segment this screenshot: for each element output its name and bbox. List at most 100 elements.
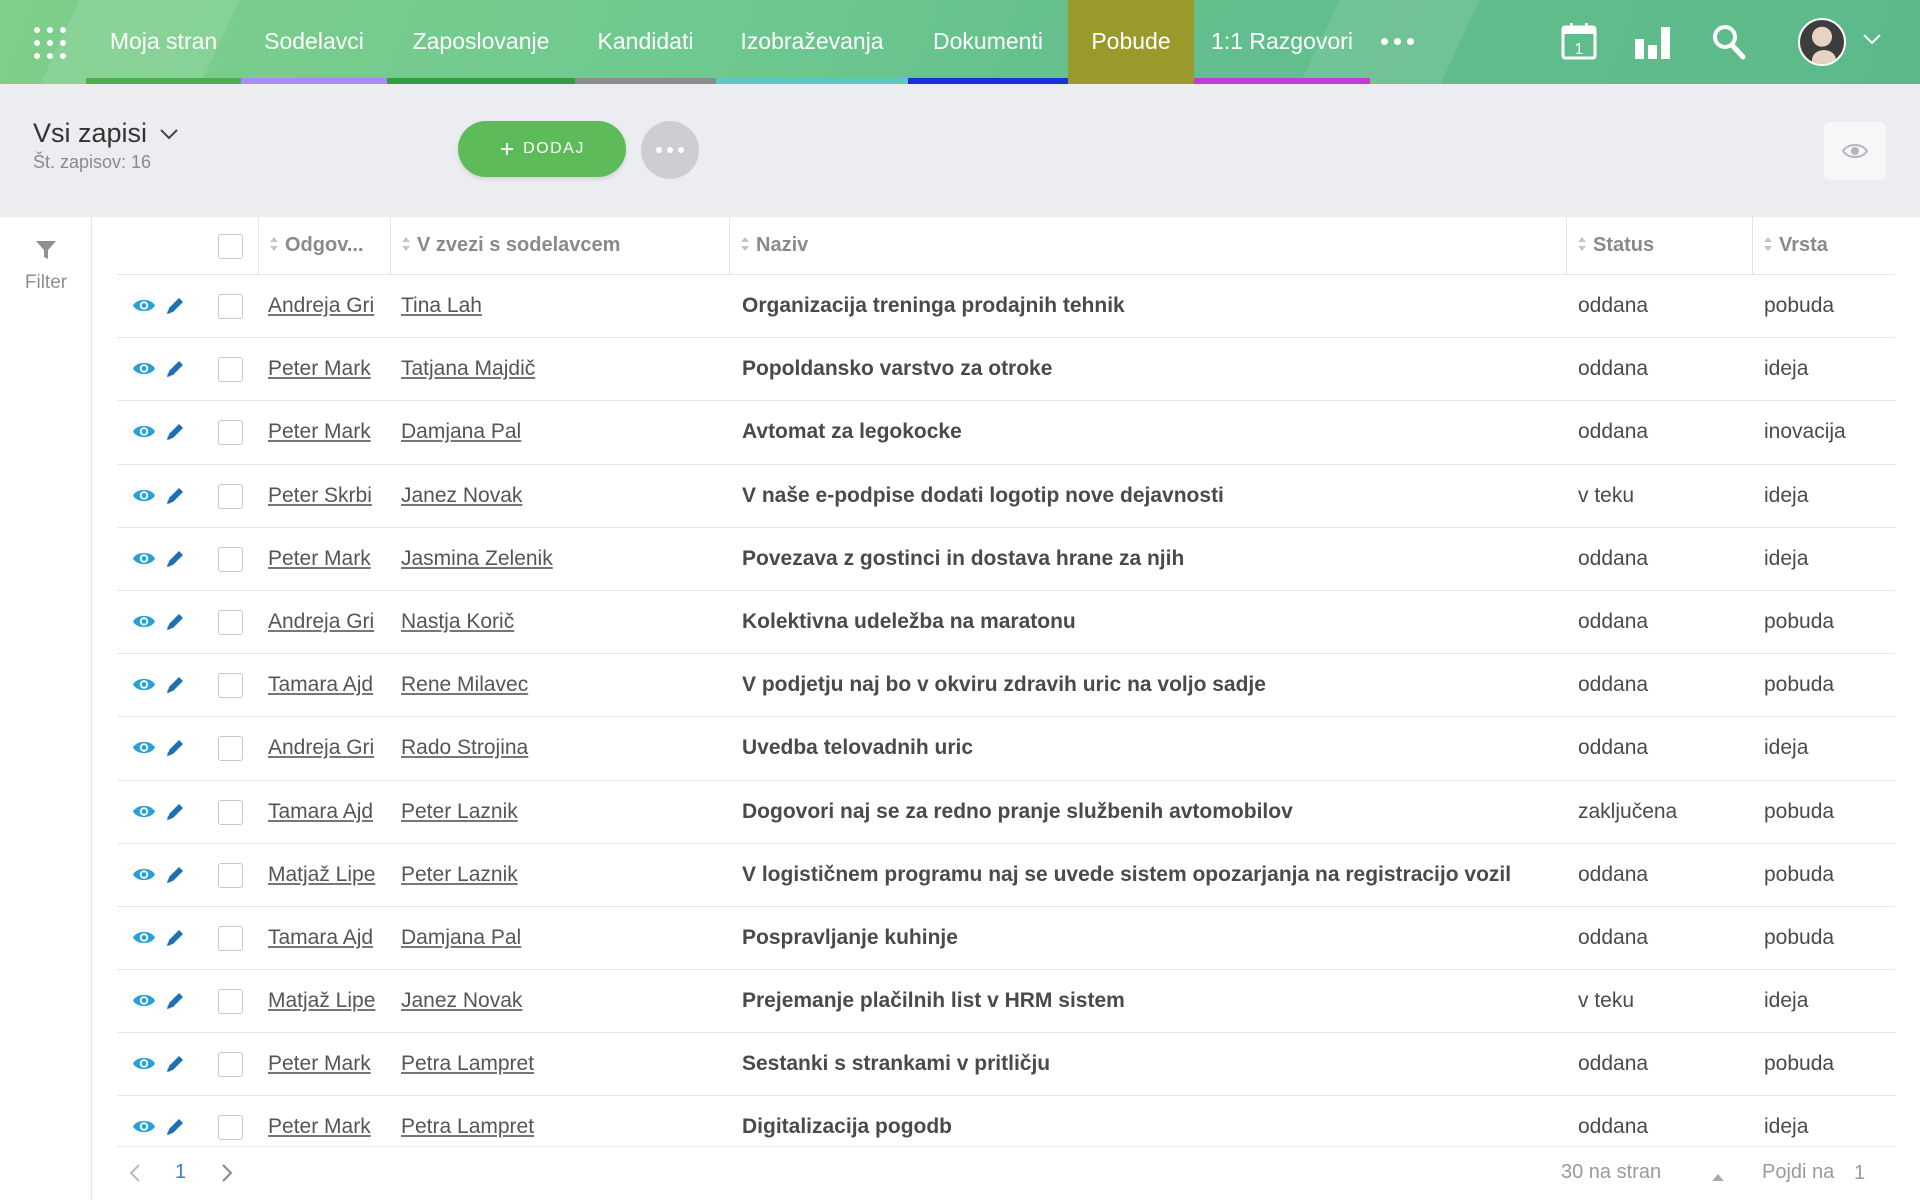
odgovorni-link[interactable]: Peter Mark — [268, 547, 371, 570]
table-row[interactable]: Peter Mark Tatjana Majdič Popoldansko vars… — [117, 338, 1895, 402]
table-row[interactable]: Andreja Gri Tina Lah Organizacija treninga… — [117, 275, 1895, 339]
view-eye-icon[interactable] — [132, 550, 156, 572]
per-page-select[interactable]: 30 na stran — [1561, 1161, 1661, 1184]
table-row[interactable]: Tamara Ajd Peter Laznik Dogovori naj se za… — [117, 781, 1895, 844]
column-header-sodelavec[interactable]: V zvezi s sodelavcem — [390, 217, 729, 275]
sodelavec-link[interactable]: Janez Novak — [401, 989, 522, 1012]
odgovorni-link[interactable]: Andreja Gri — [268, 736, 374, 759]
row-checkbox[interactable] — [218, 862, 243, 888]
odgovorni-link[interactable]: Tamara Ajd — [268, 926, 373, 949]
caret-up-icon[interactable] — [1711, 1169, 1725, 1187]
table-row[interactable]: Peter Mark Petra Lampret Sestanki s strank… — [117, 1033, 1895, 1097]
prev-page-icon[interactable] — [129, 1163, 141, 1188]
odgovorni-link[interactable]: Peter Skrbi — [268, 484, 372, 507]
row-checkbox[interactable] — [218, 357, 243, 383]
nav-item-sodelavci[interactable]: Sodelavci — [241, 0, 387, 84]
column-header-status[interactable]: Status — [1566, 217, 1752, 275]
table-row[interactable]: Matjaž Lipe Janez Novak Prejemanje plačiln… — [117, 970, 1895, 1034]
sodelavec-link[interactable]: Petra Lampret — [401, 1052, 534, 1075]
row-checkbox[interactable] — [218, 989, 243, 1015]
nav-item-pobude[interactable]: Pobude — [1068, 0, 1194, 84]
odgovorni-link[interactable]: Peter Mark — [268, 420, 371, 443]
row-checkbox[interactable] — [218, 609, 243, 635]
edit-pencil-icon[interactable] — [165, 612, 185, 637]
sodelavec-link[interactable]: Damjana Pal — [401, 926, 521, 949]
row-checkbox[interactable] — [218, 1115, 243, 1141]
edit-pencil-icon[interactable] — [165, 1054, 185, 1079]
view-options-button[interactable] — [1824, 122, 1886, 180]
search-icon[interactable] — [1712, 24, 1746, 65]
sodelavec-link[interactable]: Rene Milavec — [401, 673, 528, 696]
select-all-checkbox[interactable] — [218, 234, 243, 259]
row-checkbox[interactable] — [218, 925, 243, 951]
edit-pencil-icon[interactable] — [165, 928, 185, 953]
edit-pencil-icon[interactable] — [165, 738, 185, 763]
odgovorni-link[interactable]: Andreja Gri — [268, 610, 374, 633]
sodelavec-link[interactable]: Peter Laznik — [401, 800, 518, 823]
nav-item-zaposlovanje[interactable]: Zaposlovanje — [387, 0, 575, 84]
sodelavec-link[interactable]: Nastja Korič — [401, 610, 514, 633]
more-actions-button[interactable] — [641, 121, 699, 179]
view-eye-icon[interactable] — [132, 487, 156, 509]
table-row[interactable]: Tamara Ajd Rene Milavec V podjetju naj bo … — [117, 654, 1895, 718]
edit-pencil-icon[interactable] — [165, 802, 185, 827]
view-eye-icon[interactable] — [132, 803, 156, 825]
edit-pencil-icon[interactable] — [165, 1117, 185, 1142]
edit-pencil-icon[interactable] — [165, 296, 185, 321]
edit-pencil-icon[interactable] — [165, 359, 185, 384]
view-eye-icon[interactable] — [132, 992, 156, 1014]
odgovorni-link[interactable]: Peter Mark — [268, 1115, 371, 1138]
column-header-odgovorni[interactable]: Odgov... — [258, 217, 390, 275]
odgovorni-link[interactable]: Matjaž Lipe — [268, 863, 375, 886]
bar-chart-icon[interactable] — [1634, 25, 1672, 64]
odgovorni-link[interactable]: Matjaž Lipe — [268, 989, 375, 1012]
row-checkbox[interactable] — [218, 799, 243, 825]
edit-pencil-icon[interactable] — [165, 865, 185, 890]
column-header-naziv[interactable]: Naziv — [729, 217, 1566, 275]
edit-pencil-icon[interactable] — [165, 486, 185, 511]
row-checkbox[interactable] — [218, 294, 243, 319]
table-row[interactable]: Andreja Gri Rado Strojina Uvedba telovadni… — [117, 717, 1895, 781]
view-eye-icon[interactable] — [132, 676, 156, 698]
nav-item-moja-stran[interactable]: Moja stran — [86, 0, 241, 84]
edit-pencil-icon[interactable] — [165, 991, 185, 1016]
filter-button[interactable]: Filter — [0, 239, 92, 294]
row-checkbox[interactable] — [218, 420, 243, 446]
sodelavec-link[interactable]: Peter Laznik — [401, 863, 518, 886]
odgovorni-link[interactable]: Andreja Gri — [268, 294, 374, 317]
row-checkbox[interactable] — [218, 673, 243, 699]
table-row[interactable]: Peter Mark Damjana Pal Avtomat za legokock… — [117, 401, 1895, 465]
view-eye-icon[interactable] — [132, 866, 156, 888]
view-eye-icon[interactable] — [132, 1118, 156, 1140]
view-eye-icon[interactable] — [132, 423, 156, 445]
edit-pencil-icon[interactable] — [165, 422, 185, 447]
table-row[interactable]: Peter Skrbi Janez Novak V naše e-podpise d… — [117, 465, 1895, 528]
view-eye-icon[interactable] — [132, 360, 156, 382]
calendar-icon[interactable]: 1 — [1561, 22, 1597, 65]
nav-item-izobrazevanja[interactable]: Izobraževanja — [716, 0, 908, 84]
sodelavec-link[interactable]: Jasmina Zelenik — [401, 547, 553, 570]
sodelavec-link[interactable]: Tina Lah — [401, 294, 482, 317]
view-eye-icon[interactable] — [132, 1055, 156, 1077]
view-eye-icon[interactable] — [132, 929, 156, 951]
avatar[interactable] — [1798, 18, 1846, 66]
next-page-icon[interactable] — [221, 1163, 233, 1188]
sodelavec-link[interactable]: Janez Novak — [401, 484, 522, 507]
sodelavec-link[interactable]: Rado Strojina — [401, 736, 528, 759]
add-button[interactable]: DODAJ — [458, 121, 626, 177]
edit-pencil-icon[interactable] — [165, 675, 185, 700]
row-checkbox[interactable] — [218, 483, 243, 509]
nav-item-kandidati[interactable]: Kandidati — [575, 0, 716, 84]
odgovorni-link[interactable]: Tamara Ajd — [268, 800, 373, 823]
sodelavec-link[interactable]: Petra Lampret — [401, 1115, 534, 1138]
nav-item-razgovori[interactable]: 1:1 Razgovori — [1194, 0, 1370, 84]
column-header-vrsta[interactable]: Vrsta — [1752, 217, 1895, 275]
table-row[interactable]: Peter Mark Jasmina Zelenik Povezava z gost… — [117, 528, 1895, 591]
odgovorni-link[interactable]: Peter Mark — [268, 1052, 371, 1075]
goto-page-input[interactable] — [1854, 1159, 1884, 1187]
row-checkbox[interactable] — [218, 546, 243, 572]
page-number[interactable]: 1 — [175, 1161, 186, 1184]
view-eye-icon[interactable] — [132, 613, 156, 635]
nav-item-dokumenti[interactable]: Dokumenti — [908, 0, 1068, 84]
table-row[interactable]: Matjaž Lipe Peter Laznik V logističnem pro… — [117, 844, 1895, 907]
